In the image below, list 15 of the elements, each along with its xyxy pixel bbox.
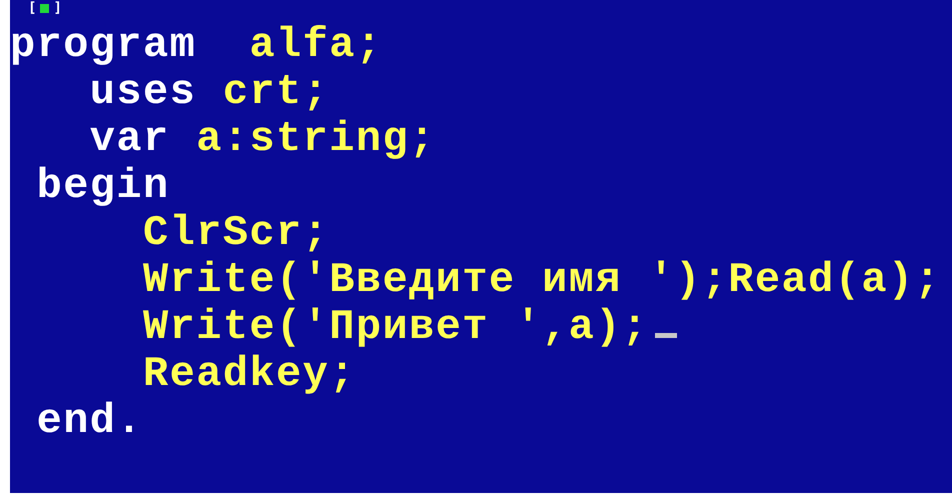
frame-bracket: [ [28,0,36,16]
code-keyword: begin [36,163,170,210]
code-keyword: uses [88,69,198,116]
code-text: ClrScr; [142,210,330,257]
code-text: alfa; [249,22,382,69]
frame-bracket: ] [53,0,62,16]
code-text: Readkey; [142,351,356,398]
code-text: Write('Привет ',a); [142,304,648,351]
code-keyword: end. [36,398,144,445]
code-keyword: program [10,22,198,69]
code-text: a:string; [196,116,436,163]
code-text: Write('Введите имя ');Read(a); [142,257,942,304]
close-box-icon[interactable] [40,4,50,12]
code-text: crt; [222,69,330,116]
code-keyword: var [88,116,171,163]
